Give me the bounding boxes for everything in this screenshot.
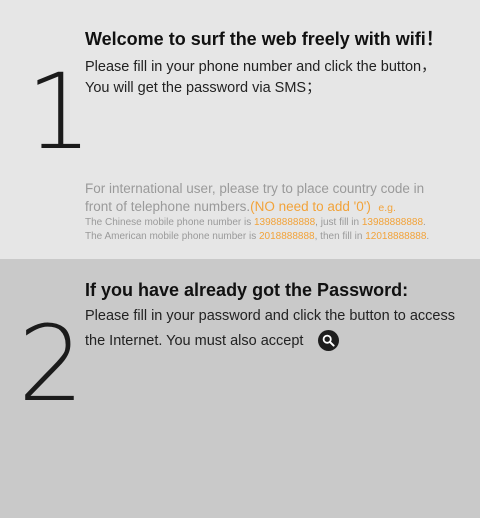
intl-eg: e.g. <box>378 202 396 214</box>
intl-line-1: For international user, please try to pl… <box>85 181 425 196</box>
chinese-example: The Chinese mobile phone number is 13988… <box>85 217 426 228</box>
chinese-example-number: 13988888888 <box>253 217 316 228</box>
american-example-prefix: The American mobile phone number is <box>85 231 259 242</box>
american-example: The American mobile phone number is 2018… <box>85 231 429 242</box>
chinese-example-end: . <box>423 217 426 228</box>
chinese-example-mid: , just fill in <box>315 217 362 228</box>
step-1-line-1: Please fill in your phone number and cli… <box>85 59 436 75</box>
intl-line-2-prefix: front of telephone numbers. <box>85 199 251 214</box>
step-number-1: 1 <box>26 51 93 173</box>
search-button[interactable] <box>318 330 339 351</box>
step-2-instructions: Please fill in your password and click t… <box>85 304 455 354</box>
search-icon <box>322 334 335 347</box>
american-example-fill: 12018888888 <box>365 231 427 242</box>
chinese-example-fill: 13988888888 <box>361 217 424 228</box>
step-number-2: 2 <box>18 303 85 425</box>
step-2-line-2: the Internet. You must also accept <box>85 333 304 349</box>
step-1-instructions: Please fill in your phone number and cli… <box>85 57 436 99</box>
intl-no-zero-note: (NO need to add '0') <box>250 199 371 214</box>
step-2-line-1: Please fill in your password and click t… <box>85 308 455 324</box>
chinese-example-prefix: The Chinese mobile phone number is <box>85 217 254 228</box>
international-note: For international user, please try to pl… <box>85 180 465 217</box>
password-title: If you have already got the Password: <box>85 280 409 300</box>
american-example-end: . <box>426 231 430 242</box>
american-example-number: 2018888888 <box>258 231 315 242</box>
welcome-title: Welcome to surf the web freely with wifi… <box>85 29 444 49</box>
step-1-line-2: You will get the password via SMS； <box>85 80 321 96</box>
intl-line-2: front of telephone numbers.(NO need to a… <box>85 198 465 217</box>
step-1-panel: 1 Welcome to surf the web freely with wi… <box>0 0 480 259</box>
american-example-mid: , then fill in <box>314 231 366 242</box>
